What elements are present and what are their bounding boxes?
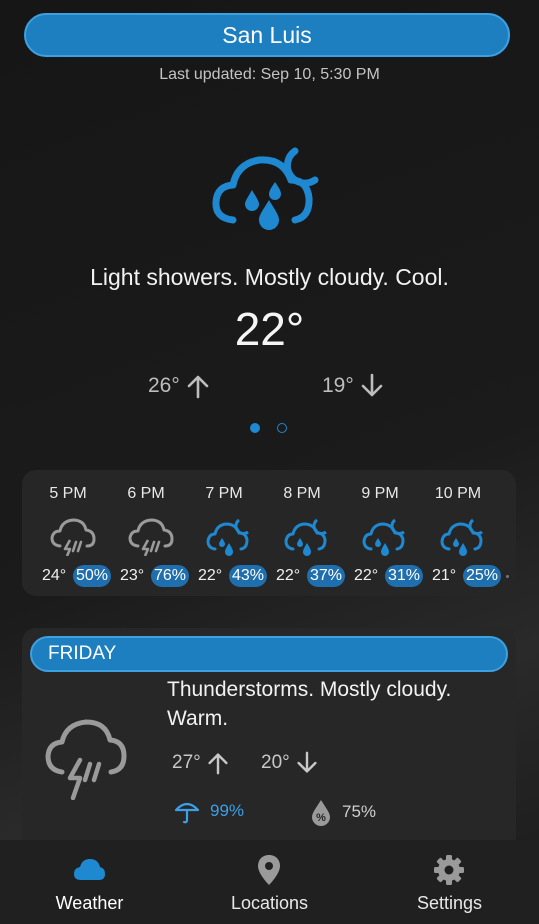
day-name: FRIDAY <box>48 643 117 664</box>
high-temp: 26° <box>148 372 212 400</box>
low-temp: 19° <box>322 372 386 400</box>
nav-weather[interactable]: Weather <box>0 840 179 924</box>
nav-locations[interactable]: Locations <box>180 840 359 924</box>
city-name: San Luis <box>222 21 312 48</box>
hour-temp: 22° <box>198 567 223 584</box>
hour-temp: 24° <box>42 567 67 584</box>
hour-temp: 23° <box>120 567 145 584</box>
arrow-up-icon <box>208 753 228 775</box>
arrow-up-icon <box>187 375 209 399</box>
rain-cloud-moon-icon <box>212 147 319 230</box>
scroll-hint-dot <box>506 575 509 578</box>
nav-weather-label: Weather <box>55 893 124 913</box>
nav-locations-label: Locations <box>230 893 309 913</box>
current-condition: Light showers. Mostly cloudy. Cool. <box>90 264 449 290</box>
day-header: FRIDAY <box>30 636 508 672</box>
low-temp-value: 19° <box>322 374 354 397</box>
rain-cloud-moon-icon <box>440 518 483 556</box>
city-button[interactable]: San Luis <box>24 13 510 57</box>
rain-cloud-moon-icon <box>362 518 405 556</box>
last-updated-text: Last updated: Sep 10, 5:30 PM <box>159 66 380 83</box>
hour-time: 5 PM <box>49 485 87 502</box>
hourly-forecast[interactable]: 5 PM 24° 50% 6 PM 23° 76% 7 PM 22° 43% 8… <box>22 470 516 596</box>
rain-chance: 99% <box>174 798 244 824</box>
nav-settings-label: Settings <box>416 893 483 913</box>
gear-icon <box>434 855 464 885</box>
humidity-drop-icon: % <box>312 800 330 826</box>
hourly-item[interactable]: 6 PM 23° 76% <box>106 470 190 596</box>
hour-temp: 22° <box>354 567 379 584</box>
thunderstorm-icon <box>50 518 96 556</box>
day-high-temp: 27° <box>172 750 231 776</box>
hour-time: 7 PM <box>205 485 243 502</box>
day-high-value: 27° <box>172 752 201 773</box>
hour-temp: 22° <box>276 567 301 584</box>
bottom-navigation: Weather Locations Settings <box>0 840 539 924</box>
rain-cloud-moon-icon <box>206 518 249 556</box>
page-indicator-dot-2[interactable] <box>277 423 287 433</box>
thunderstorm-icon <box>45 719 127 800</box>
hourly-item[interactable]: 8 PM 22° 37% <box>262 470 346 596</box>
hourly-item[interactable]: 9 PM 22° 31% <box>340 470 424 596</box>
thunderstorm-icon <box>128 518 174 556</box>
precip-badge: 25% <box>463 565 502 587</box>
humidity-value: 75% <box>342 802 377 821</box>
hour-temp: 21° <box>432 567 457 584</box>
hourly-item[interactable]: 7 PM 22° 43% <box>184 470 268 596</box>
day-condition: Thunderstorms. Mostly cloudy. Warm. <box>167 678 452 730</box>
humidity: % 75% <box>310 798 376 826</box>
page-indicator-dot-1[interactable] <box>250 423 260 433</box>
hourly-item[interactable]: 10 PM 21° 25% <box>418 470 502 596</box>
hour-time: 10 PM <box>434 485 482 502</box>
svg-text:%: % <box>316 812 326 824</box>
day-low-value: 20° <box>261 752 290 773</box>
hourly-item[interactable]: 5 PM 24° 50% <box>28 470 112 596</box>
hour-time: 6 PM <box>127 485 165 502</box>
location-pin-icon <box>258 855 280 885</box>
arrow-down-icon <box>361 373 383 397</box>
hour-time: 9 PM <box>361 485 399 502</box>
umbrella-icon <box>174 802 200 824</box>
rain-cloud-moon-icon <box>284 518 327 556</box>
high-temp-value: 26° <box>148 374 180 397</box>
rain-chance-value: 99% <box>210 801 245 820</box>
current-temperature: 22° <box>234 303 305 355</box>
hour-time: 8 PM <box>283 485 321 502</box>
cloud-icon <box>74 859 105 880</box>
nav-settings[interactable]: Settings <box>360 840 539 924</box>
arrow-down-icon <box>297 751 317 773</box>
day-low-temp: 20° <box>261 750 320 776</box>
